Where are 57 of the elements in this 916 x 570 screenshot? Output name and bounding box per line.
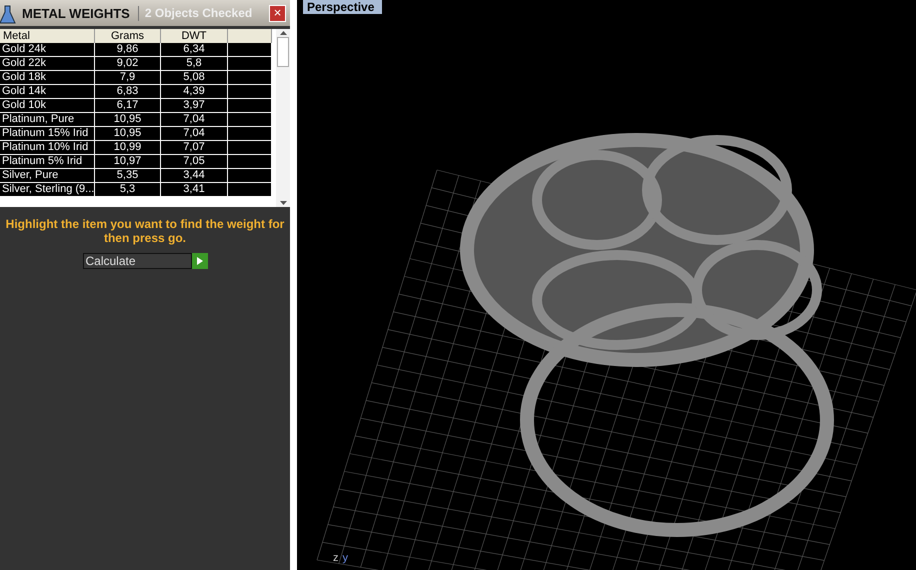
- table-cell: 6,17: [95, 99, 161, 113]
- axis-label: z: [333, 552, 338, 564]
- table-cell: [228, 113, 272, 127]
- table-cell: [228, 85, 272, 99]
- table-cell: 6,83: [95, 85, 161, 99]
- scroll-up-icon[interactable]: [280, 31, 286, 35]
- table-cell: [228, 141, 272, 155]
- table-cell: Gold 24k: [0, 43, 95, 57]
- calculate-field[interactable]: Calculate: [82, 253, 192, 269]
- table-cell: [228, 57, 272, 71]
- table-cell: 10,95: [95, 113, 161, 127]
- table-cell: 3,97: [161, 99, 228, 113]
- table-cell: [228, 71, 272, 85]
- table-cell: Platinum 10% Irid: [0, 141, 95, 155]
- table-cell: 7,05: [161, 155, 228, 169]
- table-cell: [228, 127, 272, 141]
- table-cell: Gold 14k: [0, 85, 95, 99]
- table-cell: [228, 43, 272, 57]
- table-cell: Gold 22k: [0, 57, 95, 71]
- panel-title: METAL WEIGHTS: [22, 6, 139, 20]
- table-cell: Platinum, Pure: [0, 113, 95, 127]
- table-cell: 4,39: [161, 85, 228, 99]
- instruction-text: Highlight the item you want to find the weight for then press go.: [4, 217, 286, 245]
- axis-label: y: [342, 552, 348, 564]
- table-cell: 10,95: [95, 127, 161, 141]
- table-cell: 10,99: [95, 141, 161, 155]
- table-cell: Platinum 5% Irid: [0, 155, 95, 169]
- table-cell: 6,34: [161, 43, 228, 57]
- table-cell: 3,41: [161, 183, 228, 197]
- table-cell: Platinum 15% Irid: [0, 127, 95, 141]
- table-cell: 7,9: [95, 71, 161, 85]
- table-cell: 5,08: [161, 71, 228, 85]
- scroll-down-icon[interactable]: [280, 201, 286, 205]
- go-button[interactable]: [192, 253, 208, 269]
- table-cell: 9,86: [95, 43, 161, 57]
- status-text: 2 Objects Checked: [144, 6, 254, 20]
- table-cell: 10,97: [95, 155, 161, 169]
- table-cell: 5,8: [161, 57, 228, 71]
- table-cell: Gold 18k: [0, 71, 95, 85]
- table-cell: Silver, Sterling (9...: [0, 183, 95, 197]
- table-cell: 7,07: [161, 141, 228, 155]
- table-cell: 9,02: [95, 57, 161, 71]
- table-cell: [228, 169, 272, 183]
- table-cell: 7,04: [161, 127, 228, 141]
- play-icon: [196, 257, 202, 265]
- table-cell: 7,04: [161, 113, 228, 127]
- close-button[interactable]: ×: [269, 4, 286, 22]
- table-cell: 5,35: [95, 169, 161, 183]
- table-cell: 3,44: [161, 169, 228, 183]
- table-cell: [228, 155, 272, 169]
- viewport-label[interactable]: Perspective: [303, 0, 382, 14]
- scroll-thumb[interactable]: [277, 37, 289, 67]
- table-cell: Silver, Pure: [0, 169, 95, 183]
- table-cell: Gold 10k: [0, 99, 95, 113]
- table-cell: [228, 183, 272, 197]
- table-cell: [228, 99, 272, 113]
- table-cell: 5,3: [95, 183, 161, 197]
